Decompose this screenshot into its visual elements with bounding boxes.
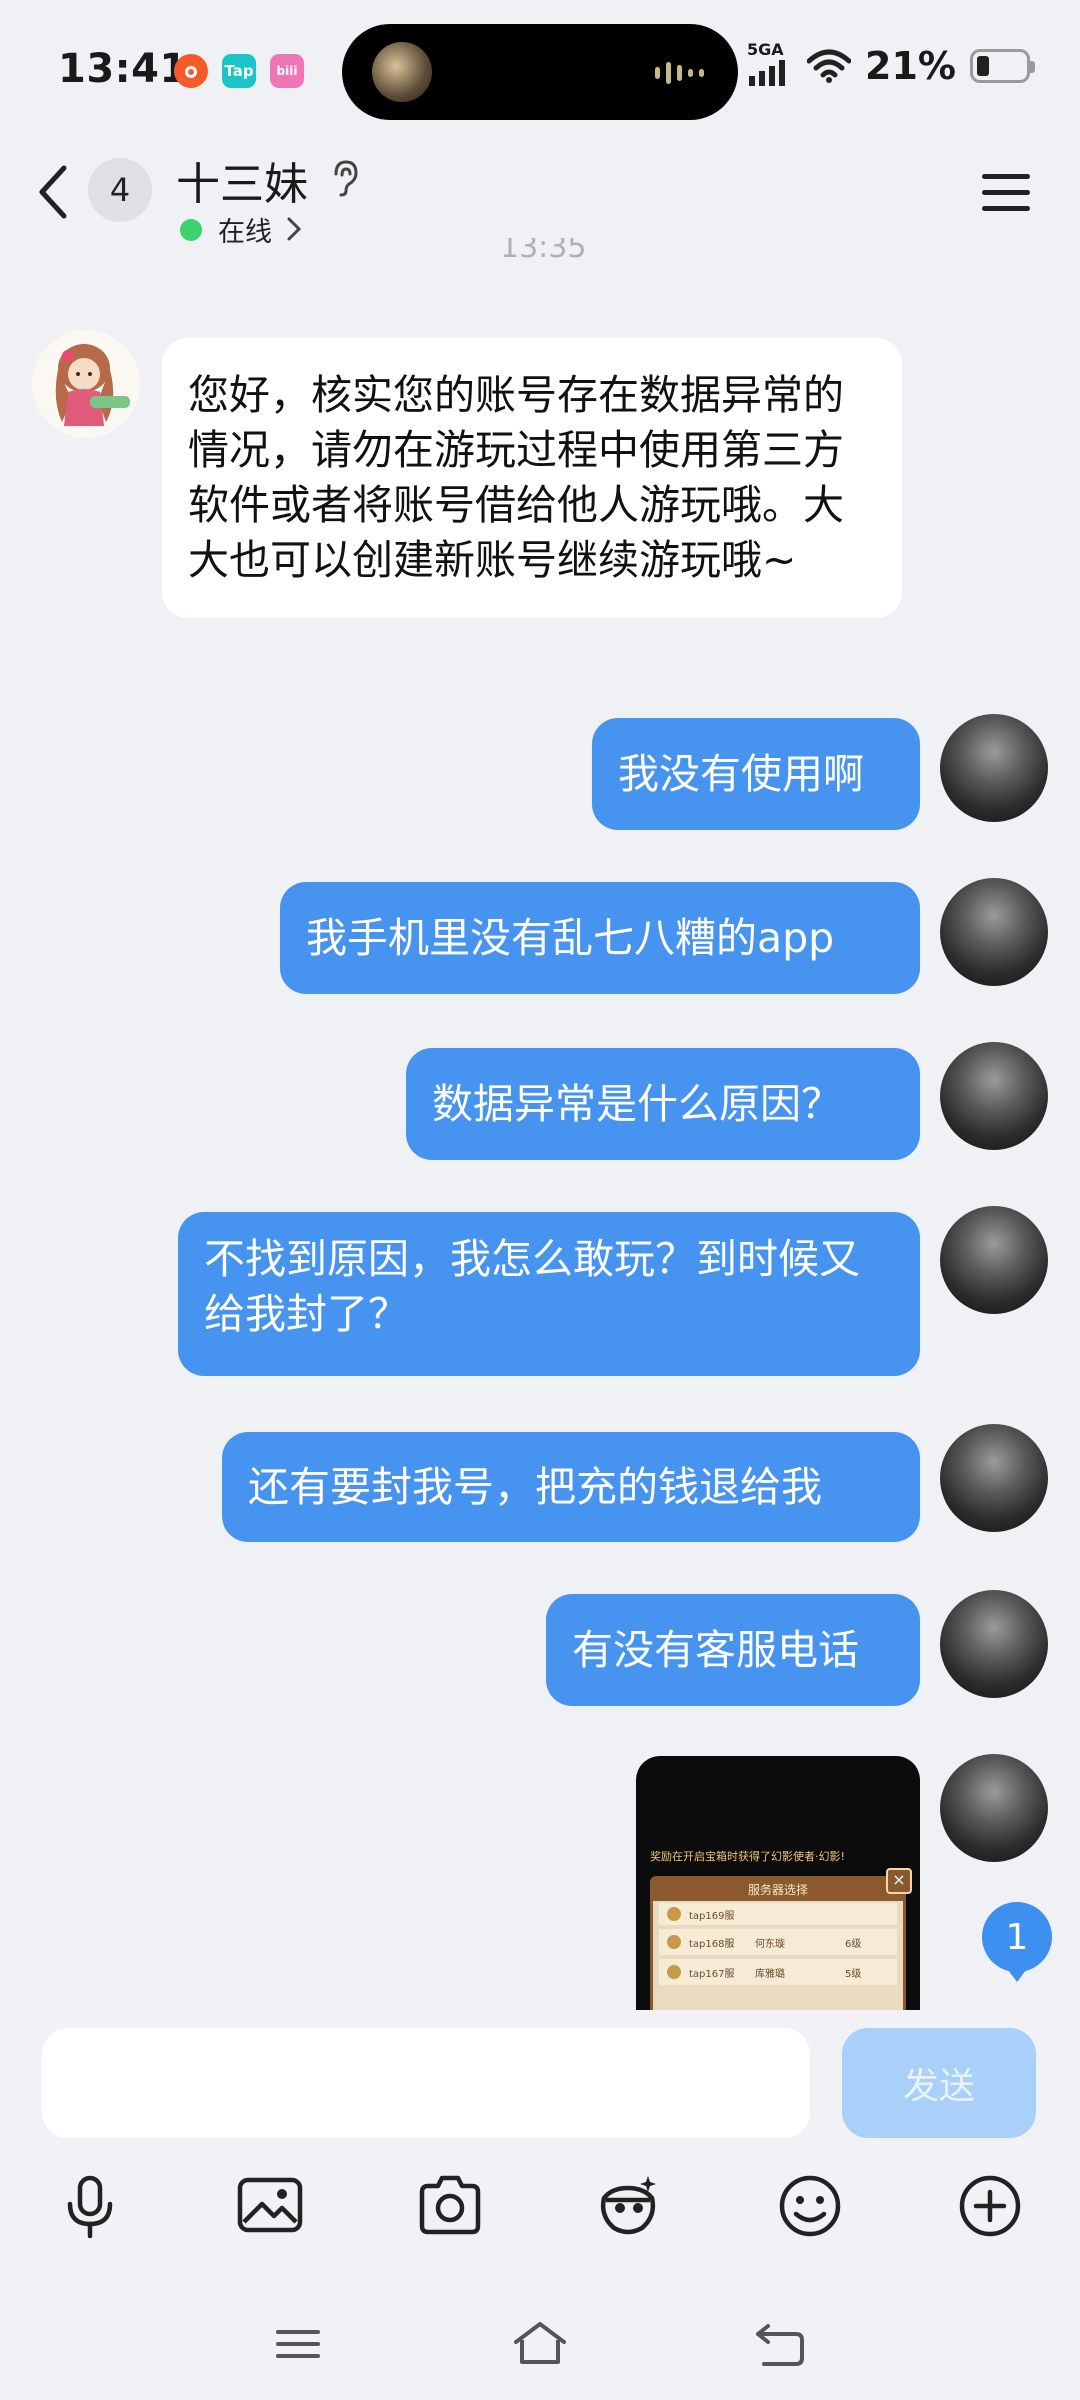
- server-icon: [667, 1907, 681, 1921]
- outgoing-message-bubble[interactable]: 数据异常是什么原因？: [406, 1048, 920, 1160]
- now-playing-thumbnail: [372, 42, 432, 102]
- chevron-right-icon[interactable]: [286, 216, 302, 242]
- bilibili-app-icon: bili: [270, 54, 304, 88]
- ai-sparkle-face-icon: [600, 2176, 656, 2235]
- outgoing-message-bubble[interactable]: 不找到原因，我怎么敢玩？到时候又给我封了？: [178, 1212, 920, 1376]
- back-button[interactable]: [34, 160, 74, 224]
- taptap-app-icon: Tap: [222, 54, 256, 88]
- ai-assistant-button[interactable]: [592, 2170, 664, 2242]
- back-nav-button[interactable]: [752, 2320, 808, 2372]
- user-avatar[interactable]: [940, 1424, 1048, 1532]
- player-name: 库雅璐: [755, 1968, 785, 1980]
- wifi-icon: [807, 49, 852, 83]
- agent-avatar[interactable]: [32, 330, 140, 438]
- system-status: 5GA 21%: [747, 40, 1035, 88]
- back-arrow-icon: [756, 2324, 804, 2366]
- player-name: 何东璇: [755, 1938, 785, 1950]
- server-icon: [667, 1965, 681, 1979]
- hamburger-menu-icon: [982, 174, 1030, 211]
- server-row: tap167服 库雅璐 5级: [659, 1959, 897, 1985]
- server-row: tap168服 何东璇 6级: [659, 1929, 897, 1955]
- message-timestamp: 13:35: [500, 238, 587, 258]
- cellular-signal-icon: [749, 60, 786, 86]
- user-avatar[interactable]: [940, 714, 1048, 822]
- user-avatar[interactable]: [940, 1206, 1048, 1314]
- ear-icon[interactable]: [328, 158, 362, 198]
- image-banner-text: 奖励在开启宝箱时获得了幻影使者·幻影!: [650, 1850, 845, 1863]
- chevron-left-icon: [39, 165, 67, 219]
- network-indicator: 5GA: [747, 40, 793, 86]
- server-name: tap169服: [689, 1910, 735, 1922]
- user-avatar[interactable]: [940, 1754, 1048, 1862]
- recents-icon: [276, 2330, 320, 2358]
- outgoing-message-bubble[interactable]: 我没有使用啊: [592, 718, 920, 830]
- camera-icon: [419, 2175, 481, 2235]
- message-input[interactable]: [42, 2028, 810, 2138]
- incoming-message-bubble[interactable]: 您好，核实您的账号存在数据异常的情况，请勿在游玩过程中使用第三方软件或者将账号借…: [162, 338, 902, 618]
- microphone-icon: [67, 2175, 113, 2239]
- send-button[interactable]: 发送: [842, 2028, 1036, 2138]
- image-icon: [237, 2177, 303, 2233]
- voice-button[interactable]: [54, 2170, 126, 2242]
- plus-circle-icon: [959, 2175, 1021, 2237]
- battery-percent: 21%: [865, 44, 956, 88]
- server-name: tap167服: [689, 1968, 735, 1980]
- system-navigation-bar: [0, 2280, 1080, 2400]
- user-avatar[interactable]: [940, 1042, 1048, 1150]
- dynamic-island[interactable]: [342, 24, 738, 120]
- new-message-badge[interactable]: 1: [982, 1902, 1052, 1982]
- user-avatar[interactable]: [940, 1590, 1048, 1698]
- status-time: 13:41: [58, 46, 188, 92]
- player-level: 5级: [845, 1968, 862, 1980]
- gallery-button[interactable]: [234, 2170, 306, 2242]
- smiley-icon: [779, 2175, 841, 2237]
- menu-button[interactable]: [978, 168, 1034, 216]
- server-select-panel: 服务器选择 tap169服 tap168服 何东璇 6级 tap167服 库雅璐…: [650, 1876, 906, 2010]
- notification-icons: Tap bili: [174, 54, 304, 88]
- presence-label[interactable]: 在线: [218, 210, 272, 249]
- server-row: tap169服: [659, 1903, 897, 1925]
- contact-name[interactable]: 十三妹: [176, 148, 308, 212]
- network-type: 5GA: [747, 40, 784, 59]
- image-message[interactable]: 奖励在开启宝箱时获得了幻影使者·幻影! 服务器选择 tap169服 tap168…: [636, 1756, 920, 2010]
- home-icon: [514, 2322, 566, 2364]
- home-button[interactable]: [510, 2318, 570, 2372]
- more-button[interactable]: [954, 2170, 1026, 2242]
- panel-title: 服务器选择: [653, 1879, 903, 1901]
- server-icon: [667, 1935, 681, 1949]
- unread-count-badge[interactable]: 4: [88, 158, 152, 222]
- close-icon: ×: [886, 1868, 912, 1894]
- weibo-app-icon: [174, 54, 208, 88]
- user-avatar[interactable]: [940, 878, 1048, 986]
- emoji-button[interactable]: [774, 2170, 846, 2242]
- online-status-dot: [180, 219, 202, 241]
- server-name: tap168服: [689, 1938, 735, 1950]
- outgoing-message-bubble[interactable]: 还有要封我号，把充的钱退给我: [222, 1432, 920, 1542]
- outgoing-message-bubble[interactable]: 有没有客服电话: [546, 1594, 920, 1706]
- recent-apps-button[interactable]: [272, 2324, 324, 2368]
- outgoing-message-bubble[interactable]: 我手机里没有乱七八糟的app: [280, 882, 920, 994]
- battery-icon: [970, 49, 1035, 83]
- audio-wave-icon: [655, 62, 704, 84]
- camera-button[interactable]: [414, 2170, 486, 2242]
- player-level: 6级: [845, 1938, 862, 1950]
